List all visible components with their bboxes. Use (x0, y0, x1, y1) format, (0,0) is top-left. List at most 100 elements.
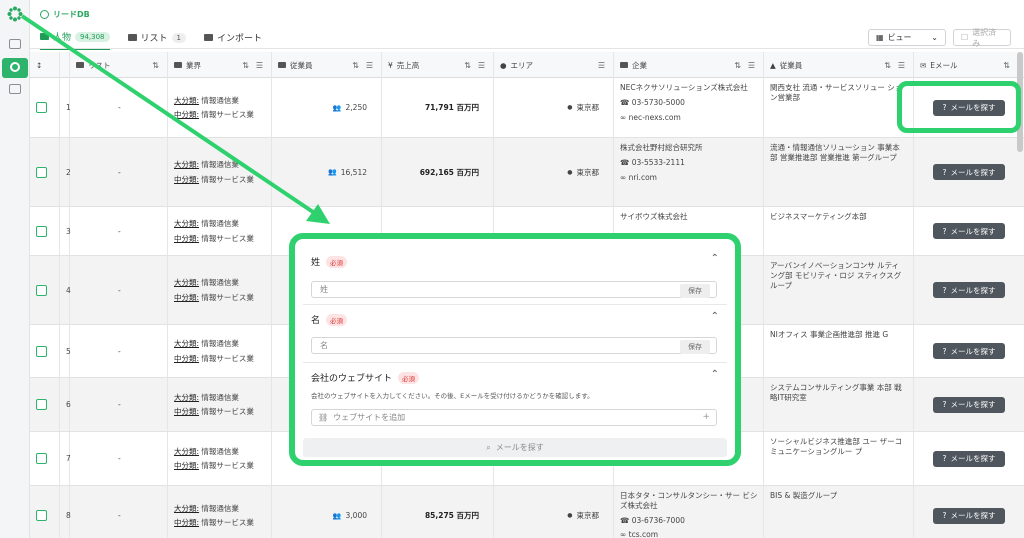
header-sales[interactable]: ¥ 売上高 ⇅ ☰ (382, 52, 494, 78)
header-employees[interactable]: 従業員 ⇅ ☰ (272, 52, 382, 78)
table-cell: 7 (60, 432, 71, 485)
table-cell: ? メールを探す (914, 378, 1024, 431)
list-value: - (118, 285, 121, 295)
header-list[interactable]: リスト ⇅ (70, 52, 168, 78)
filter-icon[interactable]: ☰ (898, 61, 905, 70)
table-cell: 👥 16,512 (272, 138, 382, 206)
find-email-button[interactable]: ? メールを探す (933, 450, 1005, 467)
row-checkbox[interactable] (36, 399, 47, 410)
selected-button[interactable]: ☐ 選択済み (953, 28, 1011, 48)
filter-icon[interactable]: ☰ (478, 61, 485, 70)
table-cell (30, 325, 60, 377)
table-cell: 4 (60, 256, 71, 324)
list-value: - (118, 454, 121, 463)
tab-people[interactable]: 人物 94,308 (40, 30, 110, 50)
company-name[interactable]: 株式会社野村総合研究所 (620, 143, 703, 153)
rail-search-button[interactable] (2, 58, 28, 78)
industry-value: 大分類: 情報通信業 中分類: 情報サービス業 (174, 278, 254, 302)
table-cell: 692,165 百万円 (382, 138, 494, 206)
sales-value: 692,165 百万円 (419, 167, 479, 177)
find-email-popover: 姓必須 ⌃ 姓保存 名必須 ⌃ 名保存 会社のウェブサイト 必須 ⌃ 会社のウェブ… (289, 233, 741, 466)
sort-icon[interactable]: ⇅ (152, 61, 159, 70)
row-checkbox[interactable] (36, 284, 47, 296)
find-email-button[interactable]: ? メールを探す (933, 343, 1005, 359)
sort-icon[interactable]: ⇅ (884, 61, 891, 70)
table-cell (30, 78, 60, 137)
save-button[interactable]: 保存 (680, 340, 710, 354)
sales-value: 71,791 百万円 (424, 103, 479, 112)
company-name[interactable]: NECネクサソリューションズ株式会社 (620, 83, 748, 93)
tab-import[interactable]: インポート (204, 30, 262, 50)
save-button[interactable]: 保存 (680, 284, 710, 298)
chevron-up-icon[interactable]: ⌃ (711, 369, 719, 380)
find-email-button[interactable]: ? メールを探す (933, 282, 1005, 298)
row-checkbox[interactable] (36, 225, 47, 237)
tab-list[interactable]: リスト 1 (127, 30, 186, 50)
list-value: - (118, 167, 121, 177)
industry-value: 大分類: 情報通信業 中分類: 情報サービス業 (174, 219, 254, 243)
table-cell: - (70, 486, 168, 538)
sort-icon[interactable]: ⇅ (734, 61, 741, 70)
domain-link[interactable]: ∞ nec-nexs.com (620, 113, 681, 123)
find-email-button[interactable]: ? メールを探す (933, 164, 1005, 180)
table-cell: NIオフィス 事業企画推進部 推進 G (764, 325, 914, 377)
header-industry[interactable]: 業界 ⇅ ☰ (168, 52, 272, 78)
table-cell: 大分類: 情報通信業 中分類: 情報サービス業 (168, 432, 272, 485)
table-cell: ● 東京都 (494, 78, 614, 137)
people-icon (278, 62, 286, 68)
domain-link[interactable]: ∞ tcs.com (620, 530, 658, 538)
row-checkbox[interactable] (36, 510, 47, 521)
department-value: 流通・情報通信ソリューション 事業本部 営業推進部 営業推進 第一グループ (770, 143, 900, 163)
row-checkbox[interactable] (36, 345, 47, 357)
filter-icon[interactable]: ☰ (748, 61, 755, 70)
department-value: ソーシャルビジネス推進部 ユー ザーコミュニケーショングルー プ (770, 437, 903, 457)
table-cell: ● 東京都 (494, 138, 614, 206)
rail-calendar-icon[interactable] (9, 84, 21, 94)
view-button[interactable]: ▦ ビュー ⌄ (868, 29, 946, 46)
first-name-input[interactable]: 名保存 (311, 337, 717, 354)
find-email-button[interactable]: ? メールを探す (933, 507, 1005, 524)
link-icon: ⛓ (318, 413, 329, 422)
table-cell (30, 207, 60, 255)
table-cell: 8 (60, 486, 71, 538)
employees-value: 2,250 (345, 103, 367, 112)
header-number (60, 52, 70, 78)
filter-icon[interactable]: ☰ (256, 61, 263, 70)
header-email[interactable]: ✉ Eメール ⇅ (914, 52, 1024, 78)
last-name-input[interactable]: 姓保存 (311, 281, 717, 298)
row-checkbox[interactable] (36, 102, 47, 113)
domain-link[interactable]: ∞ nri.com (620, 173, 657, 183)
filter-icon[interactable]: ☰ (366, 61, 373, 70)
sort-icon[interactable]: ⇅ (352, 61, 359, 70)
plus-icon[interactable]: + (702, 412, 710, 422)
rail-list-icon[interactable] (9, 39, 21, 49)
row-checkbox[interactable] (36, 453, 47, 464)
filter-icon[interactable]: ☰ (598, 61, 605, 70)
chevron-up-icon[interactable]: ⌃ (711, 253, 719, 264)
table-cell (30, 486, 60, 538)
row-checkbox[interactable] (36, 166, 47, 178)
header-department[interactable]: ▲ 従業員 ⇅ ☰ (764, 52, 914, 78)
find-email-button[interactable]: ? メールを探す (933, 396, 1005, 413)
table-row[interactable]: 2 - 大分類: 情報通信業 中分類: 情報サービス業 👥 16,512 692,165 百… (30, 138, 1024, 207)
company-name[interactable]: 日本タタ・コンサルタンシー・サー ビシズ株式会社 (620, 491, 763, 511)
table-cell: ? メールを探す (914, 207, 1024, 255)
sort-icon[interactable]: ⇅ (242, 61, 249, 70)
table-row[interactable]: 1 - 大分類: 情報通信業 中分類: 情報サービス業 👥 2,250 71,791 百万円… (30, 78, 1024, 138)
people-icon (40, 33, 49, 40)
table-cell: 大分類: 情報通信業 中分類: 情報サービス業 (168, 256, 272, 324)
find-email-button[interactable]: ? メールを探す (933, 223, 1005, 239)
find-email-submit-button[interactable]: ⌕ メールを探す (303, 438, 727, 457)
logo-icon[interactable] (7, 6, 23, 22)
yen-icon: ¥ (388, 60, 393, 70)
chevron-up-icon[interactable]: ⌃ (711, 311, 719, 322)
table-cell: 大分類: 情報通信業 中分類: 情報サービス業 (168, 325, 272, 377)
sort-icon[interactable]: ⇅ (1003, 61, 1010, 70)
table-row[interactable]: 8 - 大分類: 情報通信業 中分類: 情報サービス業 👥 3,000 85,275 百万円… (30, 486, 1024, 538)
company-name[interactable]: サイボウズ株式会社 (620, 212, 688, 222)
website-input[interactable]: ⛓ ウェブサイトを追加 + (311, 409, 717, 426)
header-sort-index[interactable]: ↕ (30, 52, 60, 78)
header-area[interactable]: ● エリア ☰ (494, 52, 614, 78)
sort-icon[interactable]: ⇅ (464, 61, 471, 70)
header-company[interactable]: 企業 ⇅ ☰ (614, 52, 764, 78)
